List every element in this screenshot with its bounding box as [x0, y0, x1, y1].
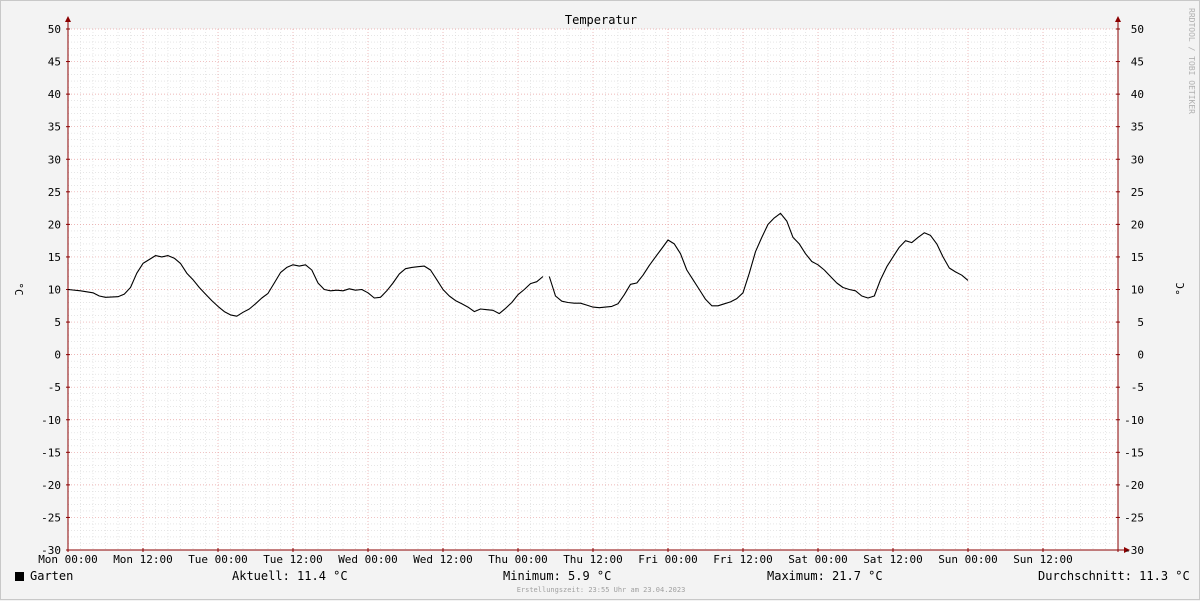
x-tick-label: Tue 00:00: [188, 553, 248, 566]
x-tick-label: Wed 12:00: [413, 553, 473, 566]
x-tick-label: Thu 12:00: [563, 553, 623, 566]
x-tick-labels: Mon 00:00 Mon 12:00 Tue 00:00 Tue 12:00 Wed …: [38, 553, 1073, 566]
y-tick-labels-right: 50454035302520151050-5-10-15-20-25-30: [1124, 23, 1144, 557]
x-tick-label: Fri 12:00: [713, 553, 773, 566]
x-tick-label: Wed 00:00: [338, 553, 398, 566]
legend-current: Aktuell: 11.4 °C: [232, 569, 348, 583]
x-tick-label: Sun 00:00: [938, 553, 998, 566]
chart-title: Temperatur: [565, 13, 637, 27]
x-tick-label: Fri 00:00: [638, 553, 698, 566]
y-tick-label-left: 45: [48, 56, 61, 69]
x-tick-label: Sat 12:00: [863, 553, 923, 566]
y-tick-label-right: 5: [1137, 316, 1144, 329]
legend-maximum: Maximum: 21.7 °C: [767, 569, 883, 583]
y-tick-label-left: -10: [41, 414, 61, 427]
x-tick-label: Thu 00:00: [488, 553, 548, 566]
y-tick-label-right: -5: [1131, 381, 1144, 394]
x-tick-label: Mon 00:00: [38, 553, 98, 566]
y-tick-label-right: 30: [1131, 153, 1144, 166]
y-tick-label-right: 50: [1131, 23, 1144, 36]
y-tick-label-left: 35: [48, 121, 61, 134]
y-tick-label-left: 15: [48, 251, 61, 264]
x-tick-label: Tue 12:00: [263, 553, 323, 566]
x-tick-label: Sun 12:00: [1013, 553, 1073, 566]
y-axis-arrow-right: [1115, 16, 1121, 22]
legend-minimum: Minimum: 5.9 °C: [503, 569, 612, 583]
y-tick-labels-left: 50454035302520151050-5-10-15-20-25-30: [41, 23, 61, 557]
y-tick-label-left: 25: [48, 186, 61, 199]
y-tick-label-left: 10: [48, 284, 61, 297]
legend-average: Durchschnitt: 11.3 °C: [1038, 569, 1190, 583]
creation-time-footer: Erstellungszeit: 23:55 Uhr am 23.04.2023: [516, 586, 686, 594]
y-tick-label-right: 15: [1131, 251, 1144, 264]
x-tick-label: Sat 00:00: [788, 553, 848, 566]
y-tick-label-left: 30: [48, 153, 61, 166]
y-tick-label-left: 0: [54, 349, 61, 362]
y-tick-label-left: 50: [48, 23, 61, 36]
chart-frame: 50 45 40 35 30 25 20 15 10 5 0 -5 -10 -15 -20 -25 -30 50…: [0, 0, 1200, 600]
y-tick-label-left: -15: [41, 446, 61, 459]
y-tick-label-left: 20: [48, 218, 61, 231]
y-tick-label-left: 40: [48, 88, 61, 101]
y-tick-label-left: -5: [48, 381, 61, 394]
legend-series-name: Garten: [30, 569, 74, 583]
y-axis-label-left: °C: [12, 282, 25, 295]
y-tick-label-right: 35: [1131, 121, 1144, 134]
y-tick-label-right: 10: [1131, 284, 1144, 297]
y-tick-label-right: 20: [1131, 218, 1144, 231]
x-tick-label: Mon 12:00: [113, 553, 173, 566]
temperature-chart: 50454035302520151050-5-10-15-20-25-30 50…: [12, 8, 1196, 566]
y-tick-label-left: 5: [54, 316, 61, 329]
y-axis-arrow-left: [65, 16, 71, 22]
y-tick-label-left: -25: [41, 511, 61, 524]
legend-swatch: [15, 572, 24, 581]
legend-series: Garten: [15, 569, 73, 583]
y-tick-label-left: -20: [41, 479, 61, 492]
y-tick-label-right: 45: [1131, 56, 1144, 69]
y-tick-label-right: 40: [1131, 88, 1144, 101]
legend: Garten Aktuell: 11.4 °C Minimum: 5.9 °C …: [1, 569, 1200, 585]
rrdtool-watermark: RRDTOOL / TOBI OETIKER: [1187, 8, 1196, 114]
y-tick-label-right: -10: [1124, 414, 1144, 427]
y-tick-label-right: -25: [1124, 511, 1144, 524]
y-tick-label-right: 25: [1131, 186, 1144, 199]
y-tick-label-right: -15: [1124, 446, 1144, 459]
y-axis-label-right: °C: [1174, 282, 1187, 295]
y-tick-label-right: -20: [1124, 479, 1144, 492]
y-tick-label-right: 0: [1137, 349, 1144, 362]
y-tick-label-right: -30: [1124, 544, 1144, 557]
